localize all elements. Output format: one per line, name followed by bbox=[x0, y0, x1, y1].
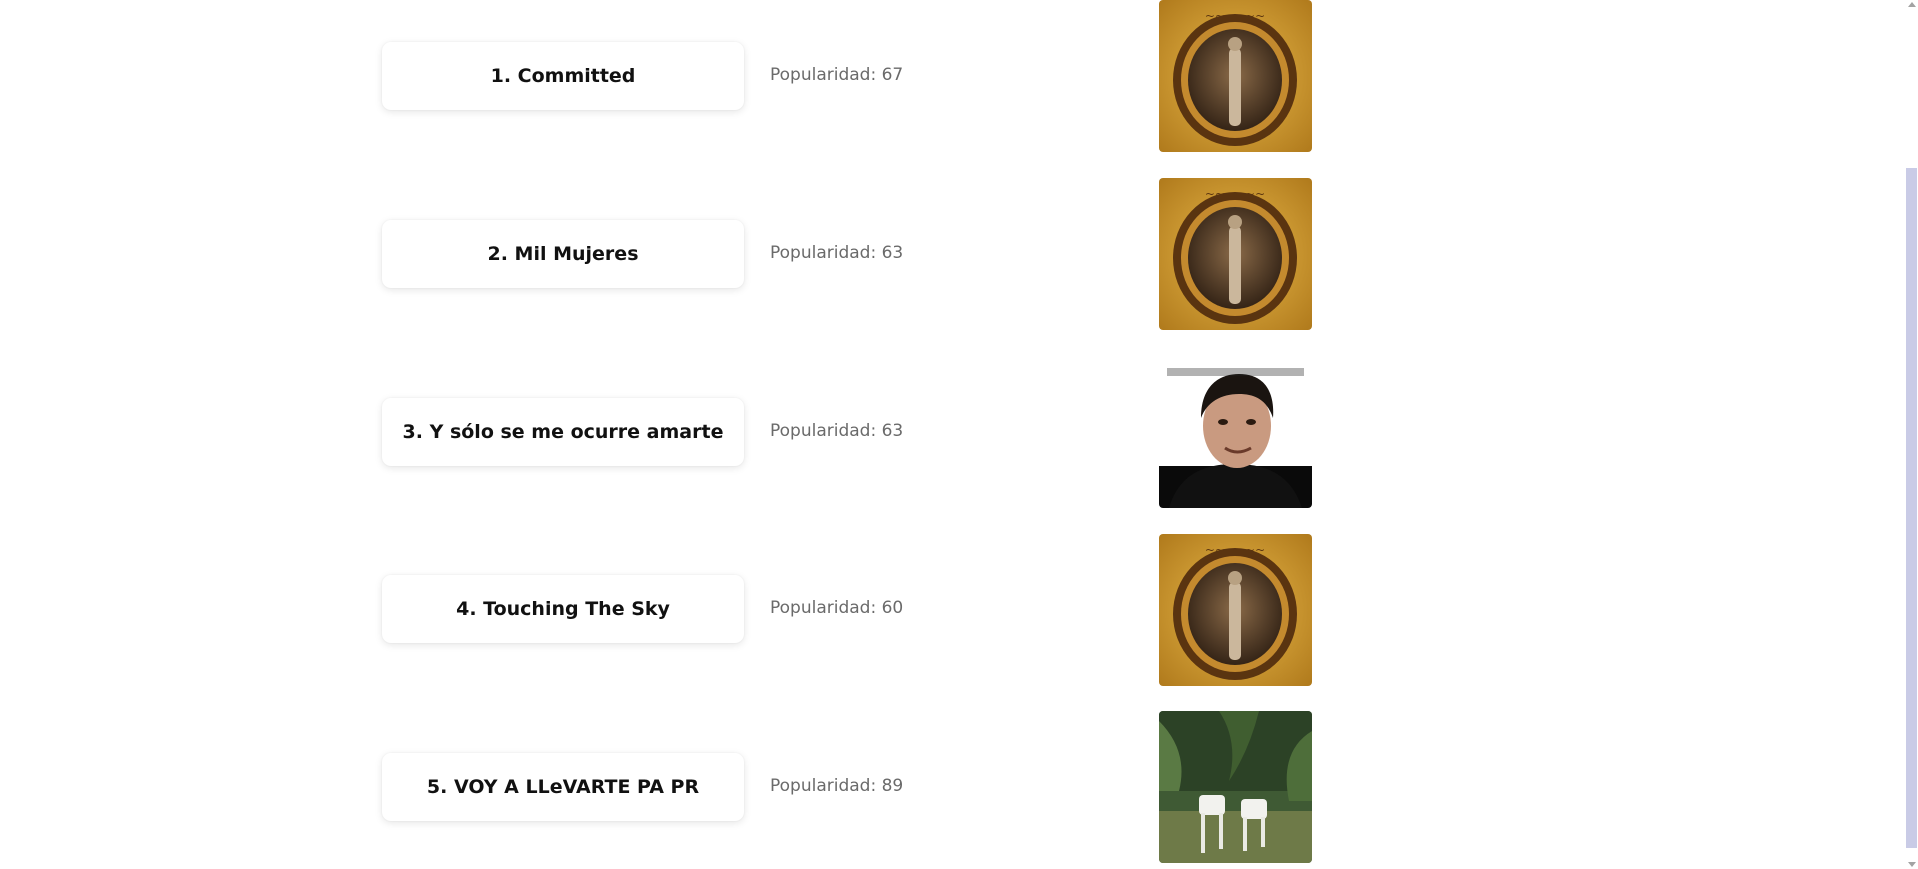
scroll-up-arrow-icon[interactable] bbox=[1908, 2, 1916, 7]
scrollbar-thumb[interactable] bbox=[1906, 168, 1917, 848]
track-row: 1. Committed Popularidad: 67 ~~~~~~ bbox=[0, 0, 1900, 152]
track-title: 2. Mil Mujeres bbox=[487, 243, 639, 265]
track-popularity: Popularidad: 63 bbox=[770, 243, 904, 263]
svg-text:~~~~~~: ~~~~~~ bbox=[1205, 543, 1265, 557]
album-cover-image: ~~~~~~ bbox=[1159, 178, 1312, 330]
track-title: 1. Committed bbox=[490, 65, 636, 87]
track-row: 2. Mil Mujeres Popularidad: 63 ~~~~~~ bbox=[0, 178, 1900, 330]
track-title-card[interactable]: 5. VOY A LLeVARTE PA PR bbox=[382, 753, 744, 821]
track-title: 3. Y sólo se me ocurre amarte bbox=[402, 421, 724, 443]
album-cover-image: ~~~~~~ bbox=[1159, 0, 1312, 152]
album-cover-image bbox=[1159, 711, 1312, 863]
track-title: 5. VOY A LLeVARTE PA PR bbox=[426, 776, 700, 798]
track-title-card[interactable]: 4. Touching The Sky bbox=[382, 575, 744, 643]
track-popularity: Popularidad: 89 bbox=[770, 776, 904, 796]
vertical-scrollbar[interactable] bbox=[1906, 0, 1918, 869]
track-row: 3. Y sólo se me ocurre amarte Popularida… bbox=[0, 356, 1900, 508]
svg-text:~~~~~~: ~~~~~~ bbox=[1205, 9, 1265, 23]
album-cover-image: ~~~~~~ bbox=[1159, 534, 1312, 686]
track-row: 5. VOY A LLeVARTE PA PR Popularidad: 89 bbox=[0, 711, 1900, 863]
track-popularity: Popularidad: 63 bbox=[770, 421, 904, 441]
album-cover-image bbox=[1159, 356, 1312, 508]
track-title-card[interactable]: 1. Committed bbox=[382, 42, 744, 110]
svg-text:~~~~~~: ~~~~~~ bbox=[1205, 187, 1265, 201]
track-title: 4. Touching The Sky bbox=[456, 598, 670, 620]
track-list-page: 1. Committed Popularidad: 67 ~~~~~~ 2. M… bbox=[0, 0, 1918, 869]
track-title-card[interactable]: 3. Y sólo se me ocurre amarte bbox=[382, 398, 744, 466]
track-row: 4. Touching The Sky Popularidad: 60 ~~~~… bbox=[0, 534, 1900, 686]
scroll-down-arrow-icon[interactable] bbox=[1908, 862, 1916, 867]
track-popularity: Popularidad: 67 bbox=[770, 65, 904, 85]
track-popularity: Popularidad: 60 bbox=[770, 598, 904, 618]
track-title-card[interactable]: 2. Mil Mujeres bbox=[382, 220, 744, 288]
